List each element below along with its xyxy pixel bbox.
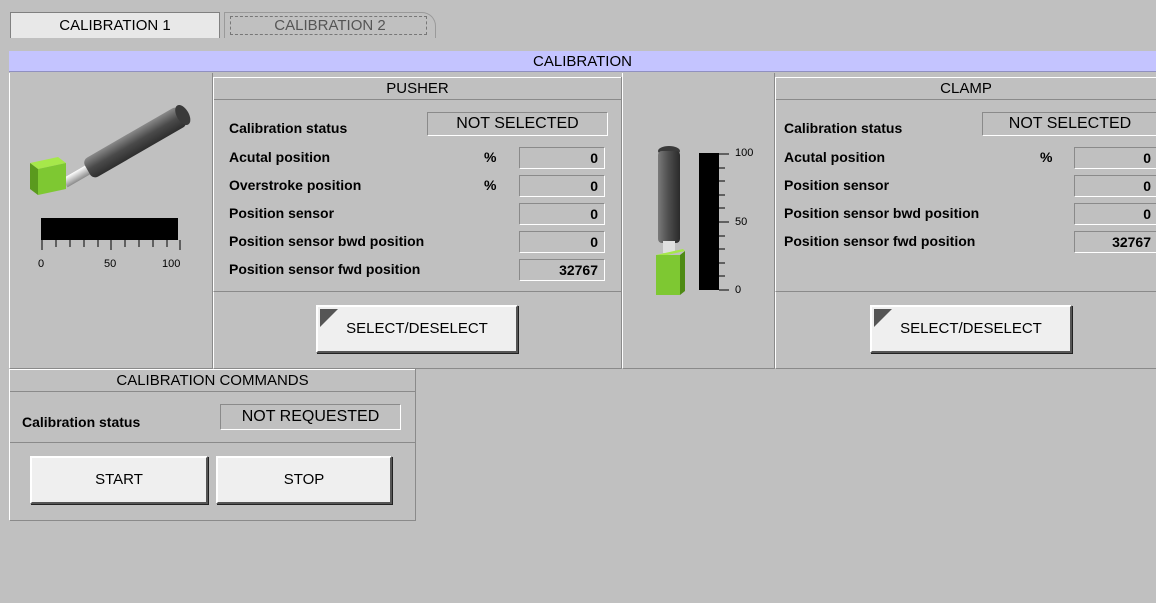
clamp-scale-tick-100: 100 [735,147,754,159]
pusher-scale [41,240,181,250]
pusher-row-unit: % [484,177,497,193]
pusher-row-value: 32767 [519,259,605,281]
pusher-select-deselect-button[interactable]: SELECT/DESELECT [316,305,518,353]
clamp-row-label: Position sensor bwd position [784,205,980,221]
start-button[interactable]: START [30,456,208,504]
commands-divider [10,442,415,443]
pusher-row-value: 0 [519,203,605,225]
pusher-row-label: Position sensor [229,205,335,221]
clamp-row-label: Acutal position [784,149,886,165]
pusher-scale-tick-100: 100 [162,258,181,270]
clamp-scale-tick-50: 50 [735,216,748,228]
tab-focus-outline [230,16,427,35]
clamp-row-label: Position sensor fwd position [784,233,976,249]
pusher-button-panel: SELECT/DESELECT [213,292,622,369]
calibration-banner: CALIBRATION [9,51,1156,72]
pusher-row-value: 0 [519,175,605,197]
commands-status-value: NOT REQUESTED [220,404,401,430]
commands-status-label: Calibration status [22,414,141,430]
pusher-select-deselect-label: SELECT/DESELECT [346,320,488,337]
clamp-status-label: Calibration status [784,120,903,136]
pusher-status-label: Calibration status [229,120,348,136]
calibration-commands-panel: CALIBRATION COMMANDS Calibration status … [9,369,416,521]
clamp-scale-tick-0: 0 [735,284,742,296]
clamp-title: CLAMP [776,77,1156,100]
pusher-panel: PUSHER Calibration status NOT SELECTED A… [213,77,622,292]
clamp-row-unit: % [1040,149,1053,165]
button-corner-icon [320,309,338,327]
pusher-title: PUSHER [214,77,621,100]
clamp-select-deselect-label: SELECT/DESELECT [900,320,1042,337]
clamp-status-value: NOT SELECTED [982,112,1156,136]
pusher-row-label: Position sensor bwd position [229,233,425,249]
pusher-status-value: NOT SELECTED [427,112,608,136]
pusher-scale-tick-0: 0 [38,258,45,270]
pusher-scale-tick-50: 50 [104,258,117,270]
button-corner-icon [874,309,892,327]
stop-button[interactable]: STOP [216,456,392,504]
clamp-panel: CLAMP Calibration status NOT SELECTED Ac… [775,77,1156,292]
clamp-level-bar [699,153,719,290]
pusher-row-label: Position sensor fwd position [229,261,421,277]
clamp-row-value: 0 [1074,147,1156,169]
calibration-commands-title: CALIBRATION COMMANDS [10,369,415,392]
tab-bar: CALIBRATION 1 CALIBRATION 2 [0,0,1156,50]
clamp-select-deselect-button[interactable]: SELECT/DESELECT [870,305,1072,353]
clamp-row-value: 0 [1074,203,1156,225]
clamp-row-value: 0 [1074,175,1156,197]
pusher-row-unit: % [484,149,497,165]
clamp-button-panel: SELECT/DESELECT [775,292,1156,369]
pusher-row-value: 0 [519,231,605,253]
tab-calibration-1[interactable]: CALIBRATION 1 [10,12,220,38]
pusher-graphic-panel: 0 50 100 [9,73,213,369]
clamp-graphic-panel: 100 50 0 [622,73,775,369]
clamp-row-value: 32767 [1074,231,1156,253]
pusher-row-label: Acutal position [229,149,331,165]
clamp-actuator-icon [656,146,685,295]
pusher-level-bar [41,218,178,240]
pusher-row-label: Overstroke position [229,177,362,193]
clamp-row-label: Position sensor [784,177,890,193]
tab-calibration-2[interactable]: CALIBRATION 2 [224,12,436,38]
pusher-row-value: 0 [519,147,605,169]
